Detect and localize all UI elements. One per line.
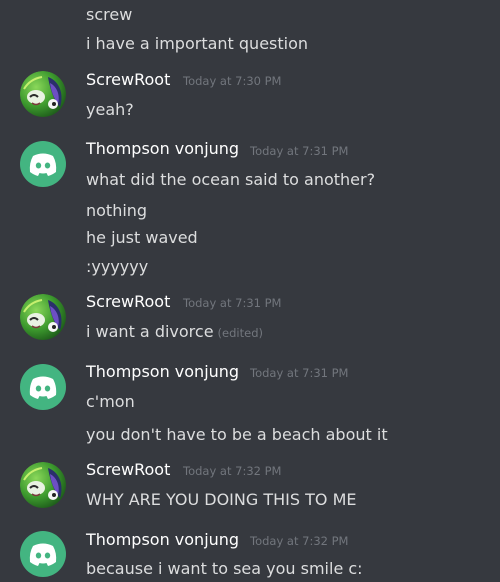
avatar-thompson-vonjung[interactable] [20,364,66,410]
message-text: he just waved [86,228,198,247]
message-text: you don't have to be a beach about it [86,425,388,444]
green-character-avatar-icon [20,71,66,117]
avatar-screwroot[interactable] [20,71,66,117]
message-text: c'mon [86,392,135,411]
discord-logo-icon [29,376,57,399]
green-character-avatar-icon [20,462,66,508]
discord-logo-icon [29,153,57,176]
message-timestamp: Today at 7:32 PM [250,534,349,548]
message-text: because i want to sea you smile c: [86,559,363,578]
message-text: i want a divorce (edited) [86,322,263,343]
message-author[interactable]: ScrewRoot [86,292,170,312]
chat-message-list: screw i have a important question ScrewR… [0,0,500,582]
message-text: screw [86,5,133,24]
message-timestamp: Today at 7:31 PM [183,296,282,310]
message-text: :yyyyyy [86,257,149,276]
message-text: yeah? [86,100,134,119]
avatar-thompson-vonjung[interactable] [20,141,66,187]
message-body: i want a divorce [86,322,214,341]
message-author[interactable]: Thompson vonjung [86,530,239,550]
message-timestamp: Today at 7:31 PM [250,144,349,158]
message-author[interactable]: ScrewRoot [86,460,170,480]
avatar-screwroot[interactable] [20,294,66,340]
message-timestamp: Today at 7:32 PM [183,464,282,478]
message-text: WHY ARE YOU DOING THIS TO ME [86,490,357,509]
avatar-thompson-vonjung[interactable] [20,531,66,577]
message-author[interactable]: ScrewRoot [86,70,170,90]
message-timestamp: Today at 7:30 PM [183,74,282,88]
discord-logo-icon [29,543,57,566]
message-text: nothing [86,201,148,220]
message-text: i have a important question [86,34,309,53]
message-author[interactable]: Thompson vonjung [86,362,239,382]
message-author[interactable]: Thompson vonjung [86,139,239,159]
edited-indicator: (edited) [217,326,263,340]
green-character-avatar-icon [20,294,66,340]
message-timestamp: Today at 7:31 PM [250,366,349,380]
avatar-screwroot[interactable] [20,462,66,508]
message-text: what did the ocean said to another? [86,170,376,189]
